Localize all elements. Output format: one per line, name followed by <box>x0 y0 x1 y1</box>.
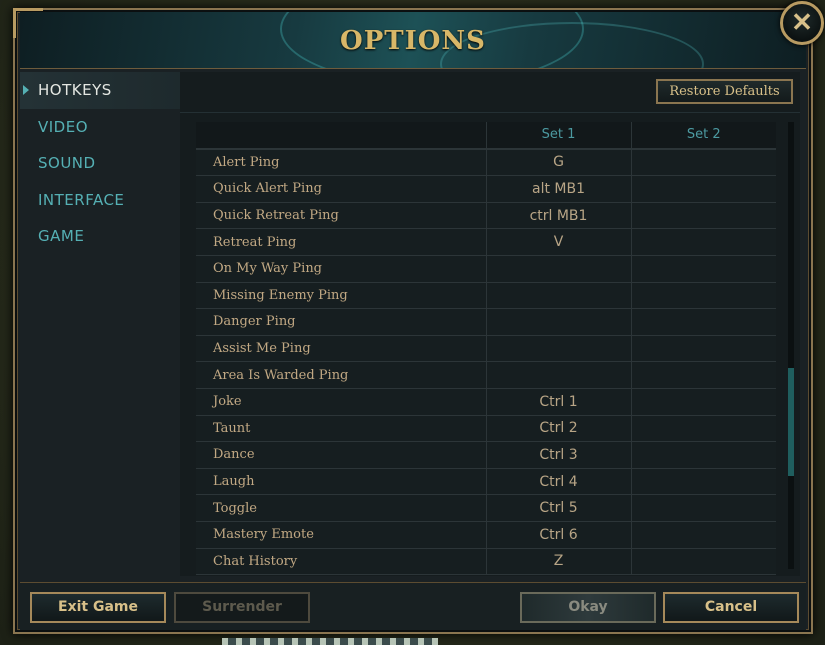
hotkey-set1-cell[interactable]: Ctrl 1 <box>485 388 631 416</box>
hotkey-set2-cell[interactable] <box>630 282 776 310</box>
active-arrow-icon <box>23 85 29 95</box>
hotkey-set2-cell[interactable] <box>630 468 776 496</box>
sidebar-item-interface[interactable]: INTERFACE <box>20 182 180 219</box>
sidebar-item-label: VIDEO <box>38 117 89 136</box>
hotkey-set1-cell[interactable]: alt MB1 <box>485 175 631 203</box>
dialog-title: OPTIONS <box>340 26 486 56</box>
hotkey-set1-cell[interactable]: Ctrl 2 <box>485 415 631 443</box>
table-row: Mastery Emote Ctrl 6 <box>196 521 776 549</box>
table-row: Joke Ctrl 1 <box>196 388 776 416</box>
hotkey-set1-cell[interactable]: Z <box>485 548 631 576</box>
exit-game-button[interactable]: Exit Game <box>30 592 166 623</box>
hotkey-action-name: Toggle <box>196 494 486 522</box>
hotkey-set2-cell[interactable] <box>630 255 776 283</box>
hotkey-set1-cell[interactable] <box>485 361 631 389</box>
hotkey-set1-cell[interactable]: Ctrl 3 <box>485 441 631 469</box>
table-row: Missing Enemy Ping <box>196 282 776 310</box>
table-row: Area Is Warded Ping <box>196 361 776 389</box>
table-row: Laugh Ctrl 4 <box>196 468 776 496</box>
hotkeys-table: Set 1 Set 2 Alert Ping G Quick Alert Ping a… <box>196 122 776 576</box>
table-row: Quick Retreat Ping ctrl MB1 <box>196 202 776 230</box>
hotkey-action-name: Assist Me Ping <box>196 335 486 363</box>
table-row: Quick Alert Ping alt MB1 <box>196 175 776 203</box>
table-row: On My Way Ping <box>196 255 776 283</box>
hotkey-action-name: Area Is Warded Ping <box>196 361 486 389</box>
scrollbar-thumb[interactable] <box>788 368 794 476</box>
hotkey-set1-cell[interactable]: ctrl MB1 <box>485 202 631 230</box>
surrender-button[interactable]: Surrender <box>174 592 310 623</box>
sidebar-item-sound[interactable]: SOUND <box>20 145 180 182</box>
close-icon: ✕ <box>791 8 813 38</box>
column-header-set2: Set 2 <box>630 122 776 150</box>
sidebar-item-label: HOTKEYS <box>38 81 112 99</box>
hotkey-set1-cell[interactable] <box>485 335 631 363</box>
hotkey-action-name: Dance <box>196 441 486 469</box>
hotkey-set2-cell[interactable] <box>630 388 776 416</box>
hotkey-set2-cell[interactable] <box>630 361 776 389</box>
sidebar-item-video[interactable]: VIDEO <box>20 109 180 146</box>
column-header-action <box>196 122 486 150</box>
panel-toolbar: Restore Defaults <box>180 72 800 113</box>
hotkey-action-name: On My Way Ping <box>196 255 486 283</box>
hotkey-action-name: Quick Retreat Ping <box>196 202 486 230</box>
sidebar-item-game[interactable]: GAME <box>20 218 180 255</box>
hotkey-set1-cell[interactable]: V <box>485 228 631 256</box>
sidebar-item-label: INTERFACE <box>38 190 125 209</box>
hotkey-set1-cell[interactable] <box>485 308 631 336</box>
close-button[interactable]: ✕ <box>780 1 824 45</box>
hotkey-set2-cell[interactable] <box>630 228 776 256</box>
hotkey-set2-cell[interactable] <box>630 521 776 549</box>
table-header-row: Set 1 Set 2 <box>196 122 776 150</box>
hotkey-set2-cell[interactable] <box>630 441 776 469</box>
hotkeys-panel: Restore Defaults Set 1 Set 2 Alert Ping G… <box>180 72 800 576</box>
table-row: Alert Ping G <box>196 148 776 177</box>
hotkey-set2-cell[interactable] <box>630 415 776 443</box>
restore-defaults-button[interactable]: Restore Defaults <box>656 79 793 104</box>
hotkey-set2-cell[interactable] <box>630 548 776 576</box>
hotkey-set1-cell[interactable]: Ctrl 5 <box>485 494 631 522</box>
hotkey-set1-cell[interactable]: Ctrl 4 <box>485 468 631 496</box>
table-row: Retreat Ping V <box>196 228 776 256</box>
table-row: Dance Ctrl 3 <box>196 441 776 469</box>
sidebar-item-label: GAME <box>38 227 85 245</box>
table-row: Toggle Ctrl 5 <box>196 494 776 522</box>
hotkey-set1-cell[interactable] <box>485 255 631 283</box>
hotkey-set1-cell[interactable]: G <box>485 148 631 177</box>
hotkey-action-name: Alert Ping <box>196 148 486 177</box>
hotkey-action-name: Danger Ping <box>196 308 486 336</box>
hotkey-set2-cell[interactable] <box>630 308 776 336</box>
table-scrollbar[interactable] <box>788 122 794 569</box>
options-sidebar: HOTKEYS VIDEO SOUND INTERFACE GAME <box>20 72 180 255</box>
hotkey-action-name: Retreat Ping <box>196 228 486 256</box>
table-row: Danger Ping <box>196 308 776 336</box>
hotkey-action-name: Chat History <box>196 548 486 576</box>
hotkey-action-name: Mastery Emote <box>196 521 486 549</box>
sidebar-item-hotkeys[interactable]: HOTKEYS <box>20 72 180 109</box>
hotkey-set2-cell[interactable] <box>630 335 776 363</box>
table-row: Taunt Ctrl 2 <box>196 415 776 443</box>
hud-decoration <box>222 638 438 645</box>
hotkeys-table-container: Set 1 Set 2 Alert Ping G Quick Alert Ping a… <box>196 122 776 576</box>
hotkey-set2-cell[interactable] <box>630 175 776 203</box>
cancel-button[interactable]: Cancel <box>663 592 799 623</box>
hotkey-set2-cell[interactable] <box>630 202 776 230</box>
table-row: Assist Me Ping <box>196 335 776 363</box>
hotkey-action-name: Quick Alert Ping <box>196 175 486 203</box>
hotkey-action-name: Taunt <box>196 415 486 443</box>
hotkey-set2-cell[interactable] <box>630 494 776 522</box>
dialog-header: OPTIONS <box>20 12 806 69</box>
hotkey-action-name: Laugh <box>196 468 486 496</box>
column-header-set1: Set 1 <box>485 122 631 150</box>
dialog-footer: Exit Game Surrender Okay Cancel <box>20 582 806 630</box>
okay-button[interactable]: Okay <box>520 592 656 623</box>
table-row: Chat History Z <box>196 548 776 576</box>
sidebar-item-label: SOUND <box>38 154 96 172</box>
hotkey-set1-cell[interactable] <box>485 282 631 310</box>
hotkey-set1-cell[interactable]: Ctrl 6 <box>485 521 631 549</box>
hotkey-action-name: Missing Enemy Ping <box>196 282 486 310</box>
hotkey-set2-cell[interactable] <box>630 148 776 177</box>
hotkey-action-name: Joke <box>196 388 486 416</box>
